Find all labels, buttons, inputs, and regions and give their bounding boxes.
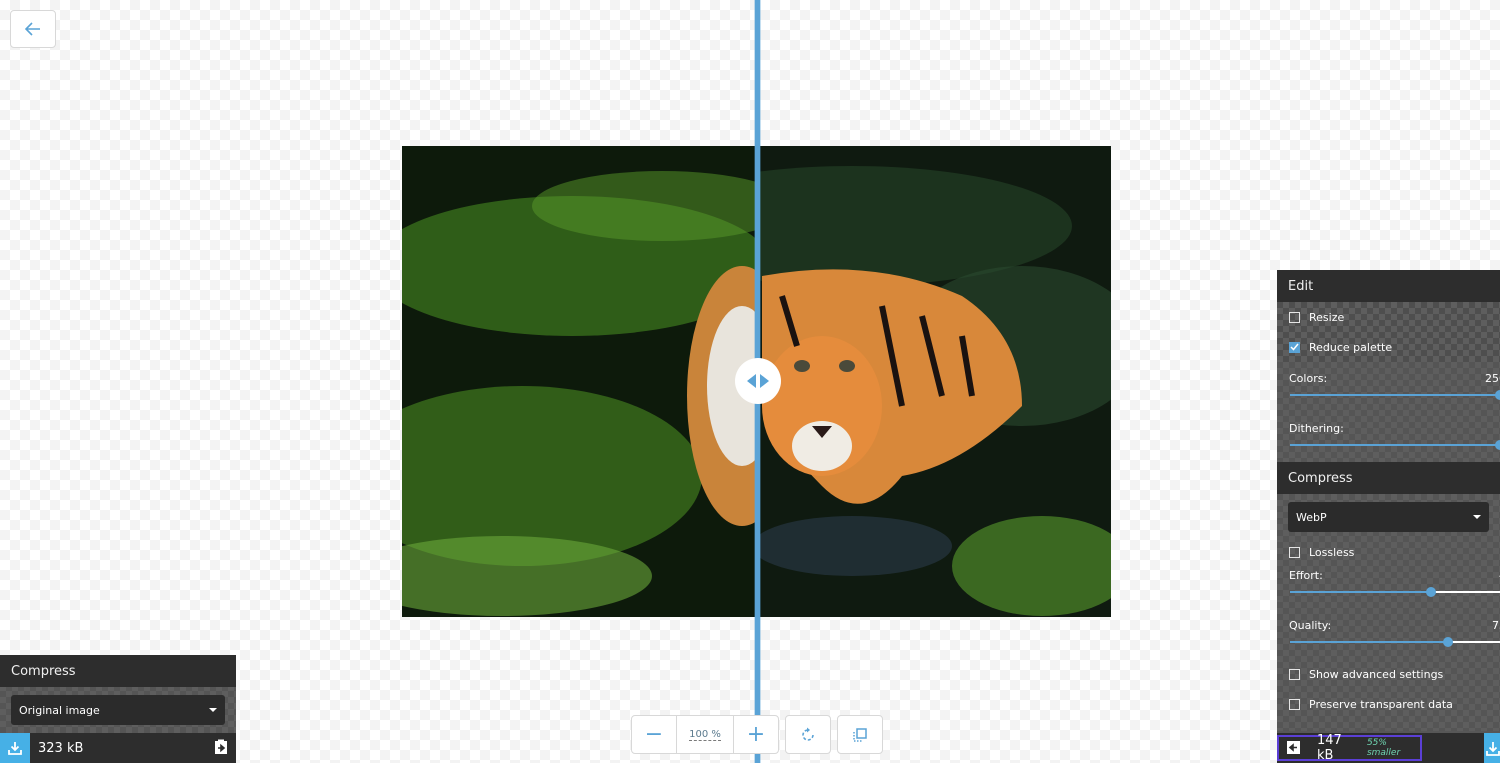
chevron-down-icon bbox=[209, 708, 217, 712]
original-image-side bbox=[402, 146, 758, 617]
savings-badge: 55% smaller bbox=[1366, 738, 1401, 758]
split-arrows-icon bbox=[747, 374, 769, 388]
zoom-in-button[interactable]: + bbox=[734, 716, 778, 753]
lossless-label: Lossless bbox=[1309, 545, 1355, 559]
download-icon bbox=[8, 742, 22, 755]
background-toggle-button[interactable] bbox=[837, 715, 883, 754]
dithering-slider-thumb[interactable] bbox=[1495, 440, 1500, 450]
show-advanced-label: Show advanced settings bbox=[1309, 667, 1444, 681]
compress-heading: Compress bbox=[1277, 462, 1500, 494]
left-options-panel: Compress Original image 323 kB bbox=[0, 655, 236, 763]
tiger-image-compressed bbox=[758, 146, 1111, 617]
effort-slider-block: Effort: 4 bbox=[1277, 559, 1500, 609]
zoom-out-button[interactable]: − bbox=[632, 716, 676, 753]
edit-heading: Edit bbox=[1277, 270, 1500, 302]
right-file-size: 147 kB bbox=[1317, 733, 1342, 763]
quality-label: Quality: bbox=[1289, 619, 1332, 632]
rotate-icon bbox=[802, 727, 814, 741]
resize-checkbox[interactable]: Resize bbox=[1277, 302, 1500, 332]
left-format-select[interactable]: Original image bbox=[11, 695, 225, 725]
quality-value: 75 bbox=[1492, 619, 1500, 632]
compressed-image-side bbox=[758, 146, 1111, 617]
show-advanced-checkbox-box[interactable] bbox=[1289, 668, 1300, 680]
left-format-select-value: Original image bbox=[19, 703, 100, 717]
left-copy-settings-button[interactable] bbox=[214, 739, 228, 758]
resize-label: Resize bbox=[1309, 310, 1345, 324]
right-copy-settings-button[interactable] bbox=[1287, 739, 1300, 758]
zoom-value-input[interactable]: 100 % bbox=[676, 716, 734, 753]
preserve-transparent-checkbox[interactable]: Preserve transparent data bbox=[1277, 689, 1500, 719]
show-advanced-checkbox[interactable]: Show advanced settings bbox=[1277, 659, 1500, 689]
colors-slider[interactable] bbox=[1290, 390, 1500, 400]
reduce-palette-label: Reduce palette bbox=[1309, 340, 1393, 354]
right-size-summary: 147 kB 55% smaller bbox=[1277, 733, 1422, 763]
colors-value: 256 bbox=[1485, 372, 1500, 385]
right-format-select[interactable]: WebP bbox=[1288, 502, 1489, 532]
copy-settings-right-icon bbox=[215, 739, 227, 754]
effort-label: Effort: bbox=[1289, 569, 1323, 582]
preserve-transparent-checkbox-box[interactable] bbox=[1289, 698, 1300, 710]
colors-slider-block: Colors: 256 bbox=[1277, 362, 1500, 412]
zoom-controls: − 100 % + bbox=[631, 715, 779, 754]
quality-slider-thumb[interactable] bbox=[1442, 637, 1453, 647]
background-toggle-icon bbox=[853, 727, 867, 742]
back-button[interactable] bbox=[10, 10, 56, 48]
rotate-button[interactable] bbox=[785, 715, 831, 754]
preserve-transparent-label: Preserve transparent data bbox=[1309, 697, 1453, 711]
divider-handle[interactable] bbox=[735, 358, 781, 404]
right-options-panel: Edit Resize Reduce palette Colors: 256 D… bbox=[1277, 270, 1500, 763]
left-file-size: 323 kB bbox=[38, 740, 84, 756]
right-format-select-value: WebP bbox=[1296, 510, 1327, 524]
copy-settings-left-icon bbox=[1287, 740, 1300, 754]
reduce-palette-checkbox[interactable]: Reduce palette bbox=[1277, 332, 1500, 362]
quality-slider[interactable] bbox=[1290, 637, 1500, 647]
reduce-palette-checkbox-box[interactable] bbox=[1289, 341, 1300, 353]
dithering-slider-block: Dithering: 1 bbox=[1277, 412, 1500, 462]
right-download-button[interactable] bbox=[1484, 733, 1500, 763]
colors-slider-thumb[interactable] bbox=[1495, 390, 1500, 400]
right-results-bar: 147 kB 55% smaller bbox=[1277, 733, 1500, 763]
zoom-value: 100 % bbox=[689, 728, 721, 741]
lossless-checkbox-box[interactable] bbox=[1289, 546, 1300, 558]
quality-slider-block: Quality: 75 bbox=[1277, 609, 1500, 659]
left-results-bar: 323 kB bbox=[0, 733, 236, 763]
checkmark-icon bbox=[1290, 343, 1299, 351]
left-compress-heading: Compress bbox=[0, 655, 236, 687]
left-download-button[interactable] bbox=[0, 733, 30, 763]
download-icon bbox=[1486, 742, 1500, 756]
dithering-slider[interactable] bbox=[1290, 440, 1500, 450]
colors-label: Colors: bbox=[1289, 372, 1328, 385]
dithering-label: Dithering: bbox=[1289, 422, 1344, 435]
effort-slider[interactable] bbox=[1290, 587, 1500, 597]
effort-slider-thumb[interactable] bbox=[1425, 587, 1436, 597]
arrow-left-icon bbox=[25, 22, 40, 36]
resize-checkbox-box[interactable] bbox=[1289, 311, 1300, 323]
chevron-down-icon bbox=[1473, 515, 1481, 519]
tiger-image-original bbox=[402, 146, 758, 617]
